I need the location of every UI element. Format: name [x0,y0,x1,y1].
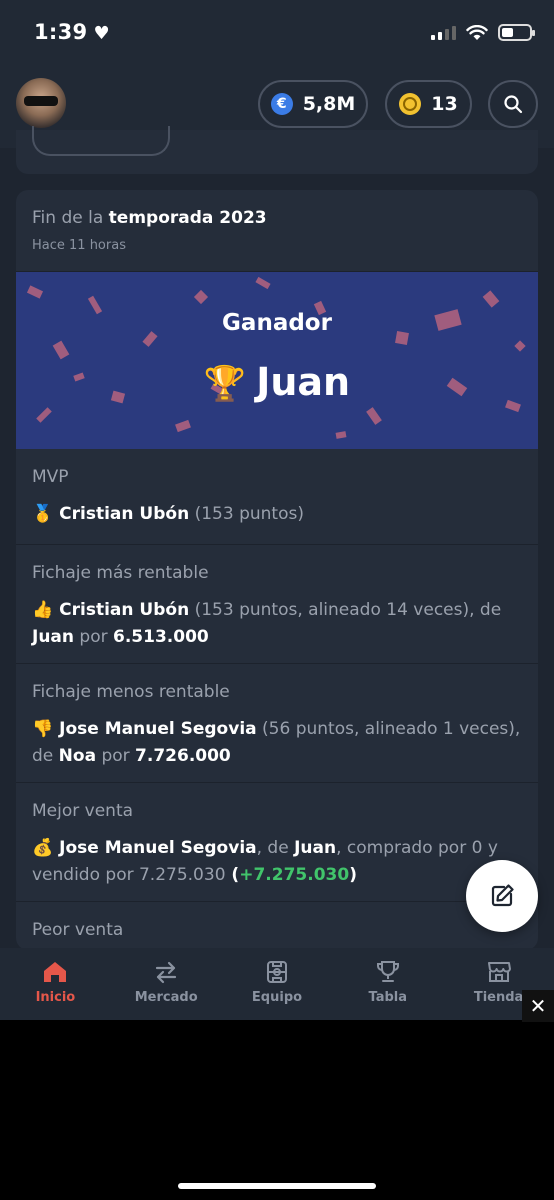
store-icon [487,962,511,982]
search-button[interactable] [488,80,538,128]
status-time: 1:39 ♥ [34,20,110,44]
mvp-section: MVP 🥇 Cristian Ubón (153 puntos) [16,449,538,545]
tab-equipo-label: Equipo [251,990,303,1005]
coin-icon [399,93,422,115]
home-icon [44,962,67,982]
tab-tabla[interactable]: Tabla [332,948,443,1020]
close-icon: ✕ [529,994,547,1018]
best-signing-player[interactable]: Cristian Ubón [59,600,189,620]
trophy-outline-icon [376,961,399,982]
previous-card-button[interactable] [32,126,170,156]
worst-sale-title: Peor venta [32,920,124,940]
trophy-icon: 🏆 [203,364,247,404]
card-title-season: temporada 2023 [108,208,267,228]
best-signing-owner[interactable]: Juan [32,627,74,647]
previous-card-bottom [16,126,538,174]
tab-equipo[interactable]: Equipo [222,948,333,1020]
worst-signing-player[interactable]: Jose Manuel Segovia [59,719,256,739]
best-sale-owner[interactable]: Juan [294,838,336,858]
thumbs-down-icon: 👎 [32,719,54,739]
mvp-detail: (153 puntos) [194,504,304,524]
worst-signing-title: Fichaje menos rentable [32,682,230,702]
card-title: Fin de la temporada 2023 [32,208,522,228]
best-sale-gain: +7.275.030 [239,865,350,885]
pitch-icon [266,961,287,983]
money-bag-icon: 💰 [32,838,54,858]
best-signing-price-label: por [79,627,108,647]
tab-inicio[interactable]: Inicio [0,948,111,1020]
avatar[interactable] [16,78,66,128]
home-indicator[interactable] [178,1183,376,1189]
compose-button[interactable] [466,860,538,932]
edit-icon [491,884,514,907]
coins-balance-button[interactable]: 13 [385,80,472,128]
season-end-card: Fin de la temporada 2023 Hace 11 horas G… [16,190,538,950]
winner-banner: Ganador 🏆 Juan [16,272,538,449]
battery-icon [498,24,535,41]
worst-signing-price-label: por [101,746,130,766]
worst-signing-price: 7.726.000 [135,746,231,766]
status-icons [431,24,535,41]
avatar-glasses [24,96,58,106]
tab-inicio-label: Inicio [35,990,76,1005]
tab-tabla-label: Tabla [368,990,408,1005]
close-ad-button[interactable]: ✕ [522,990,554,1022]
best-signing-body: 👍 Cristian Ubón (153 puntos, alineado 14 … [32,597,522,651]
ad-placeholder-area [0,1020,554,1200]
euro-icon: € [270,93,293,115]
card-timestamp: Hace 11 horas [32,238,126,253]
signal-icon [431,25,456,40]
mvp-body: 🥇 Cristian Ubón (153 puntos) [32,501,522,528]
worst-signing-owner[interactable]: Noa [59,746,96,766]
best-signing-section: Fichaje más rentable 👍 Cristian Ubón (153… [16,545,538,664]
wifi-icon [466,24,488,40]
mvp-player[interactable]: Cristian Ubón [59,504,189,524]
gold-medal-icon: 🥇 [32,504,54,524]
transfer-arrows-icon [156,961,177,984]
worst-signing-section: Fichaje menos rentable 👎 Jose Manuel Sego… [16,664,538,783]
banner-winner: 🏆 Juan [16,360,538,404]
winner-name: Juan [256,360,351,404]
tab-mercado-label: Mercado [134,990,198,1005]
best-sale-body: 💰 Jose Manuel Segovia, de Juan, comprado … [32,835,522,889]
best-sale-open-paren: ( [225,865,240,885]
best-sale-section: Mejor venta 💰 Jose Manuel Segovia, de Jua… [16,783,538,902]
tab-mercado[interactable]: Mercado [111,948,222,1020]
card-title-prefix: Fin de la [32,208,109,228]
best-signing-detail: (153 puntos, alineado 14 veces), de [194,600,502,620]
bottom-tab-bar: Inicio Mercado Equipo Tabla Tienda [0,948,554,1020]
best-sale-close-paren: ) [349,865,357,885]
tab-tienda-label: Tienda [473,990,524,1005]
money-balance-value: 5,8M [302,93,356,115]
worst-signing-body: 👎 Jose Manuel Segovia (56 puntos, alinead… [32,716,522,770]
banner-label: Ganador [222,310,332,336]
mvp-title: MVP [32,467,69,487]
best-sale-title: Mejor venta [32,801,134,821]
card-header: Fin de la temporada 2023 Hace 11 horas [16,190,538,272]
best-sale-player[interactable]: Jose Manuel Segovia [59,838,256,858]
search-icon [504,95,523,114]
status-time-text: 1:39 [34,20,88,44]
thumbs-up-icon: 👍 [32,600,54,620]
best-signing-title: Fichaje más rentable [32,563,209,583]
status-bar: 1:39 ♥ [0,0,554,66]
best-sale-of-label: , de [256,838,289,858]
money-balance-button[interactable]: € 5,8M [258,80,368,128]
heart-icon: ♥ [93,23,110,44]
coins-balance-value: 13 [431,93,458,115]
worst-sale-section: Peor venta [16,902,538,950]
app-screen: 1:39 ♥ € 5,8M 13 Fin de la temporada 2023… [0,0,554,1020]
best-signing-price: 6.513.000 [113,627,209,647]
